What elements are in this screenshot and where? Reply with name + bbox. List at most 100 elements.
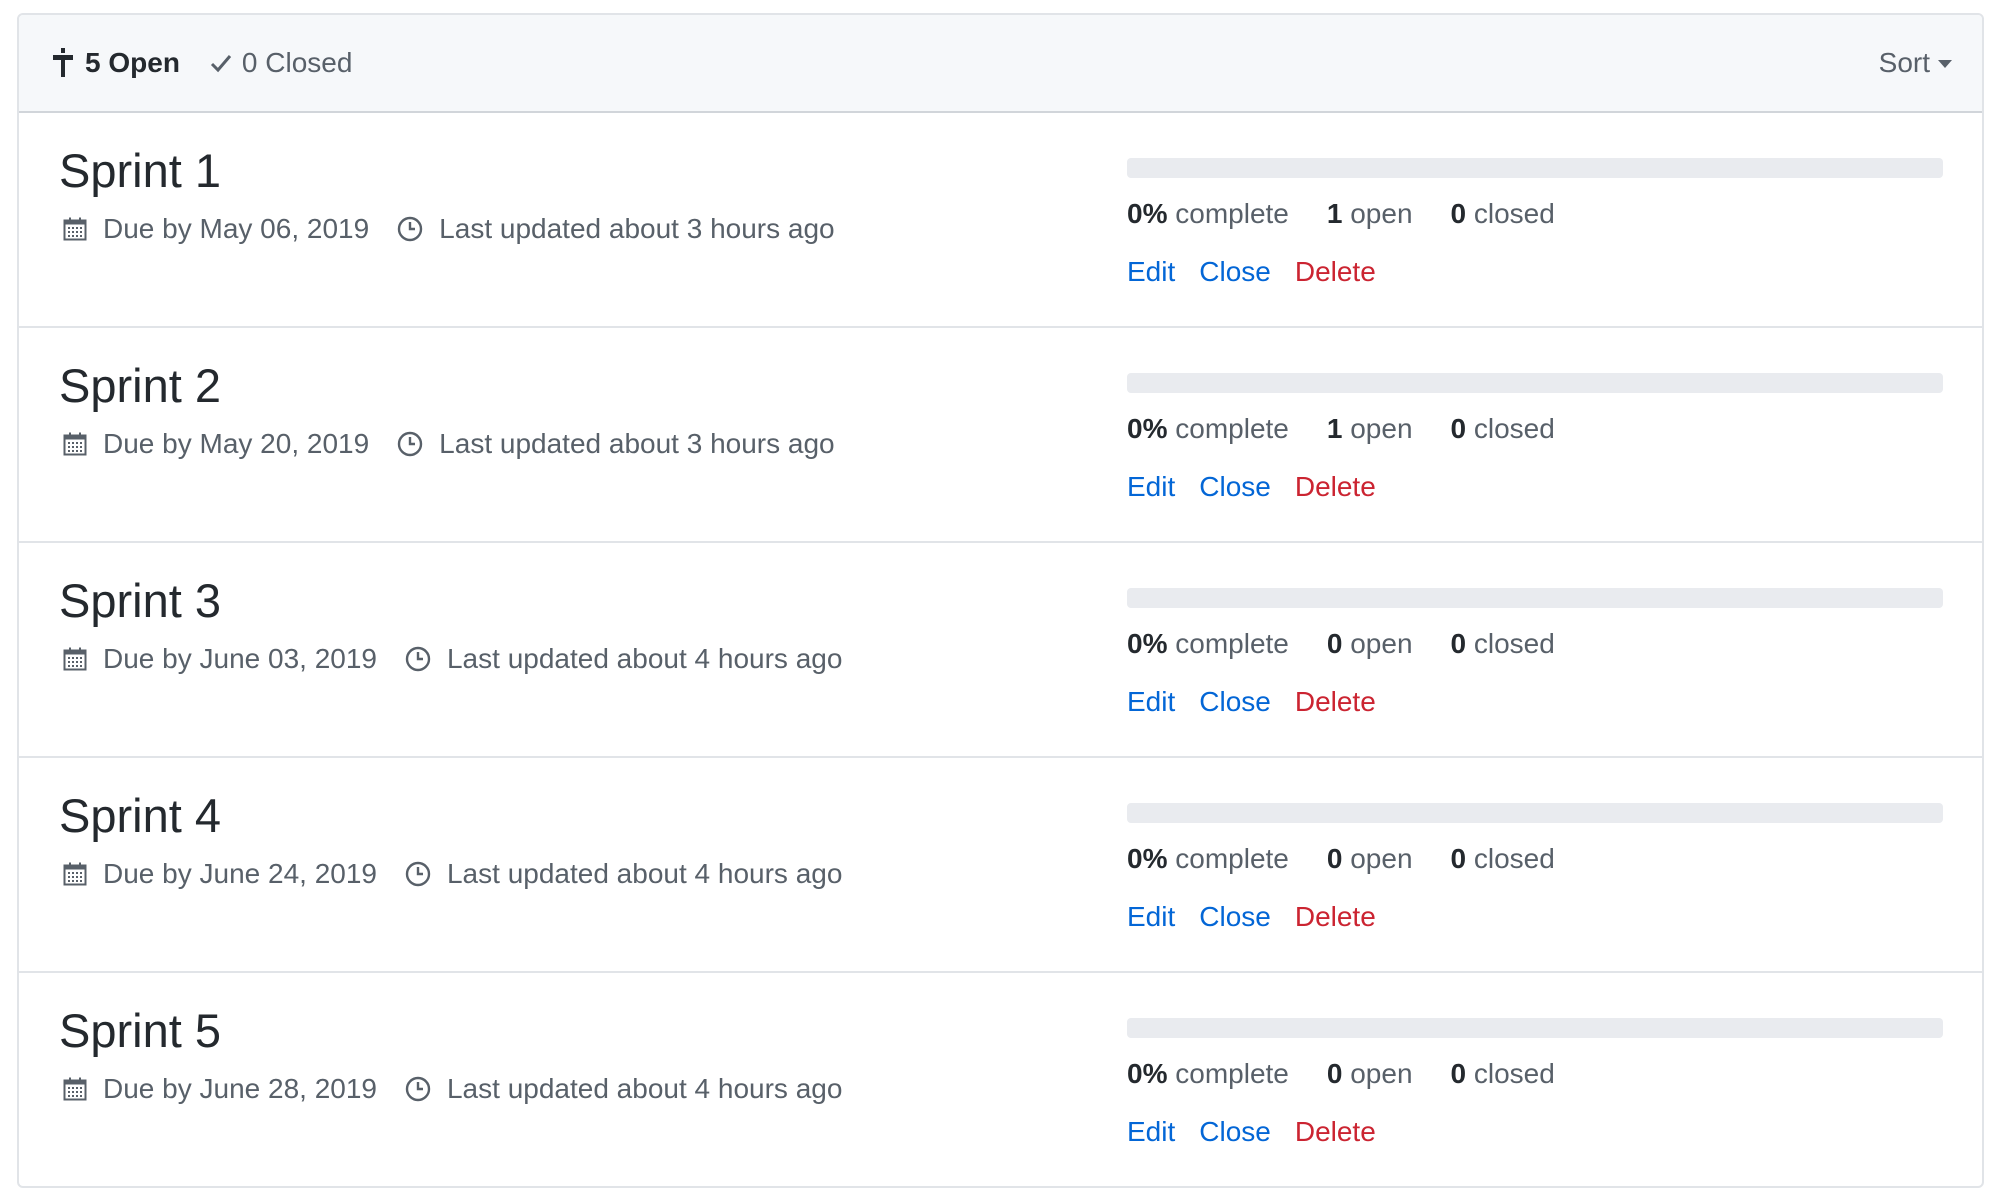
milestone-row: Sprint 5 Due by June 28, 2019 Last updat…: [19, 971, 1982, 1186]
delete-link[interactable]: Delete: [1295, 686, 1376, 718]
milestone-title[interactable]: Sprint 4: [59, 788, 221, 843]
check-icon: [210, 55, 232, 73]
percent-complete: 0% complete: [1127, 628, 1289, 660]
open-issues: 1 open: [1327, 198, 1413, 230]
sort-dropdown[interactable]: Sort: [1879, 15, 1952, 111]
milestone-stats: 0% complete 0 open 0 closed: [1127, 1058, 1593, 1090]
last-updated: Last updated about 4 hours ago: [405, 858, 842, 890]
clock-icon: [405, 646, 431, 672]
close-link[interactable]: Close: [1199, 471, 1271, 503]
milestone-progress-section: 0% complete 0 open 0 closed Edit Close D…: [1127, 758, 1943, 971]
percent-value: 0%: [1127, 198, 1168, 229]
due-date-text: Due by May 06, 2019: [103, 213, 370, 244]
milestone-row: Sprint 4 Due by June 24, 2019 Last updat…: [19, 756, 1982, 971]
milestone-title[interactable]: Sprint 1: [59, 143, 221, 198]
delete-link[interactable]: Delete: [1295, 901, 1376, 933]
edit-link[interactable]: Edit: [1127, 901, 1175, 933]
percent-label: complete: [1175, 843, 1289, 874]
milestone-progress-section: 0% complete 1 open 0 closed Edit Close D…: [1127, 113, 1943, 326]
calendar-icon: [63, 432, 87, 456]
due-date: Due by June 03, 2019: [63, 643, 377, 675]
last-updated-text: Last updated about 4 hours ago: [446, 858, 843, 889]
close-link[interactable]: Close: [1199, 686, 1271, 718]
open-filter[interactable]: 5 Open: [51, 47, 180, 79]
due-date: Due by June 28, 2019: [63, 1073, 377, 1105]
open-issues-count: 1: [1326, 198, 1343, 229]
open-issues-count: 0: [1326, 628, 1343, 659]
close-link[interactable]: Close: [1199, 901, 1271, 933]
edit-link[interactable]: Edit: [1127, 686, 1175, 718]
closed-issues: 0 closed: [1451, 628, 1555, 660]
progress-bar: [1127, 803, 1943, 823]
delete-link[interactable]: Delete: [1295, 256, 1376, 288]
open-issues-label: open: [1350, 628, 1413, 659]
milestone-progress-section: 0% complete 1 open 0 closed Edit Close D…: [1127, 328, 1943, 541]
clock-icon: [405, 1076, 431, 1102]
calendar-icon: [63, 647, 87, 671]
open-issues: 1 open: [1327, 413, 1413, 445]
delete-link[interactable]: Delete: [1295, 471, 1376, 503]
open-issues-label: open: [1350, 1058, 1413, 1089]
clock-icon: [397, 216, 423, 242]
last-updated-text: Last updated about 4 hours ago: [446, 1073, 843, 1104]
last-updated-text: Last updated about 4 hours ago: [446, 643, 843, 674]
percent-label: complete: [1175, 1058, 1289, 1089]
edit-link[interactable]: Edit: [1127, 471, 1175, 503]
milestone-row: Sprint 1 Due by May 06, 2019 Last update…: [19, 113, 1982, 326]
milestone-title[interactable]: Sprint 2: [59, 358, 221, 413]
milestone-actions: Edit Close Delete: [1127, 901, 1400, 933]
closed-issues: 0 closed: [1451, 413, 1555, 445]
due-date-text: Due by June 28, 2019: [103, 1073, 377, 1104]
percent-value: 0%: [1127, 413, 1168, 444]
progress-bar: [1127, 588, 1943, 608]
edit-link[interactable]: Edit: [1127, 1116, 1175, 1148]
milestones-header: 5 Open 0 Closed Sort: [19, 15, 1982, 113]
milestone-stats: 0% complete 0 open 0 closed: [1127, 843, 1593, 875]
closed-issues-count: 0: [1450, 843, 1467, 874]
open-issues-count: 0: [1326, 843, 1343, 874]
last-updated: Last updated about 4 hours ago: [405, 643, 842, 675]
due-date-text: Due by June 03, 2019: [103, 643, 377, 674]
percent-value: 0%: [1127, 628, 1168, 659]
closed-filter[interactable]: 0 Closed: [210, 47, 352, 79]
clock-icon: [397, 431, 423, 457]
milestone-actions: Edit Close Delete: [1127, 1116, 1400, 1148]
progress-bar: [1127, 158, 1943, 178]
close-link[interactable]: Close: [1199, 256, 1271, 288]
delete-link[interactable]: Delete: [1295, 1116, 1376, 1148]
calendar-icon: [63, 862, 87, 886]
open-issues: 0 open: [1327, 628, 1413, 660]
percent-complete: 0% complete: [1127, 1058, 1289, 1090]
milestone-title[interactable]: Sprint 5: [59, 1003, 221, 1058]
closed-issues-count: 0: [1450, 628, 1467, 659]
closed-issues-label: closed: [1473, 628, 1555, 659]
due-date: Due by May 20, 2019: [63, 428, 369, 460]
open-issues-count: 1: [1326, 413, 1343, 444]
milestone-meta: Due by May 20, 2019 Last updated about 3…: [63, 428, 863, 460]
milestone-meta: Due by June 03, 2019 Last updated about …: [63, 643, 870, 675]
milestone-actions: Edit Close Delete: [1127, 686, 1400, 718]
percent-label: complete: [1175, 198, 1289, 229]
last-updated: Last updated about 3 hours ago: [397, 213, 835, 245]
progress-bar: [1127, 373, 1943, 393]
milestone-list: Sprint 1 Due by May 06, 2019 Last update…: [19, 113, 1982, 1186]
closed-issues-count: 0: [1450, 198, 1467, 229]
due-date-text: Due by May 20, 2019: [103, 428, 370, 459]
milestone-row: Sprint 3 Due by June 03, 2019 Last updat…: [19, 541, 1982, 756]
open-label: Open: [108, 47, 180, 78]
milestone-row: Sprint 2 Due by May 20, 2019 Last update…: [19, 326, 1982, 541]
milestone-actions: Edit Close Delete: [1127, 256, 1400, 288]
percent-label: complete: [1175, 628, 1289, 659]
close-link[interactable]: Close: [1199, 1116, 1271, 1148]
progress-bar: [1127, 1018, 1943, 1038]
due-date: Due by May 06, 2019: [63, 213, 369, 245]
closed-issues: 0 closed: [1451, 1058, 1555, 1090]
milestones-box: 5 Open 0 Closed Sort Sprint 1 Due by May…: [17, 13, 1984, 1188]
milestone-stats: 0% complete 1 open 0 closed: [1127, 198, 1593, 230]
milestone-title[interactable]: Sprint 3: [59, 573, 221, 628]
calendar-icon: [63, 217, 87, 241]
milestone-stats: 0% complete 0 open 0 closed: [1127, 628, 1593, 660]
open-issues: 0 open: [1327, 843, 1413, 875]
edit-link[interactable]: Edit: [1127, 256, 1175, 288]
last-updated: Last updated about 4 hours ago: [405, 1073, 842, 1105]
